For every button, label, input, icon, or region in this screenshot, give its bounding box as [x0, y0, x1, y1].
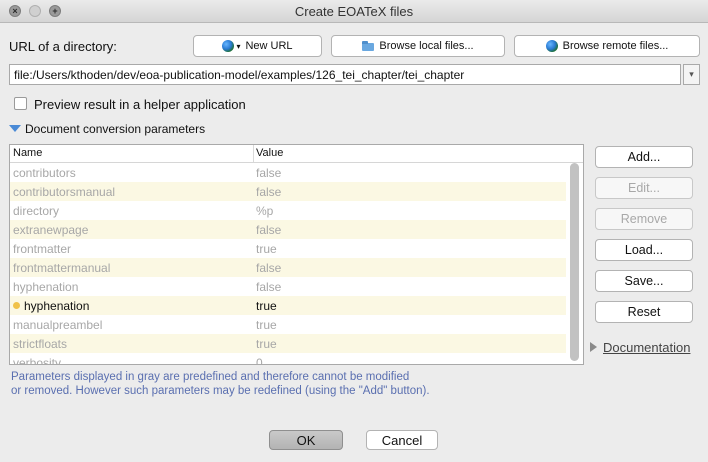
- user-defined-dot-icon: [13, 302, 20, 309]
- disclosure-triangle-icon[interactable]: [590, 342, 597, 352]
- browse-local-button[interactable]: Browse local files...: [331, 35, 505, 57]
- save-button[interactable]: Save...: [595, 270, 693, 292]
- table-scrollbar[interactable]: [570, 163, 579, 361]
- table-row[interactable]: directory %p: [10, 201, 566, 220]
- url-dropdown-button[interactable]: ▾: [683, 64, 700, 85]
- param-value: false: [256, 261, 282, 275]
- param-value: false: [256, 223, 282, 237]
- column-header-name[interactable]: Name: [13, 147, 42, 159]
- param-name: verbosity: [13, 356, 62, 365]
- preview-checkbox-label[interactable]: Preview result in a helper application: [34, 97, 246, 112]
- param-value: true: [256, 299, 277, 313]
- param-name: contributors: [13, 166, 76, 180]
- new-url-label: New URL: [245, 40, 293, 52]
- table-row[interactable]: verbosity 0: [10, 353, 566, 365]
- params-note-line-1: Parameters displayed in gray are predefi…: [11, 371, 410, 383]
- column-separator: [253, 145, 254, 162]
- param-name: hyphenation: [24, 299, 90, 313]
- table-row[interactable]: contributorsmanual false: [10, 182, 566, 201]
- params-table: Name Value contributors false contributo…: [9, 144, 584, 365]
- new-url-button[interactable]: ▾ New URL: [193, 35, 322, 57]
- browse-remote-button[interactable]: Browse remote files...: [514, 35, 700, 57]
- table-row[interactable]: contributors false: [10, 163, 566, 182]
- browse-local-label: Browse local files...: [379, 40, 474, 52]
- param-value: false: [256, 280, 282, 294]
- url-label: URL of a directory:: [9, 39, 117, 54]
- disclosure-triangle-icon[interactable]: [9, 125, 21, 132]
- globe-icon: [545, 40, 558, 52]
- table-row[interactable]: hyphenation true: [10, 296, 566, 315]
- param-value: false: [256, 185, 282, 199]
- param-name: directory: [13, 204, 60, 218]
- documentation-link[interactable]: Documentation: [603, 340, 690, 355]
- remove-button[interactable]: Remove: [595, 208, 693, 230]
- param-name: hyphenation: [13, 280, 79, 294]
- preview-checkbox[interactable]: [14, 97, 27, 110]
- param-value: %p: [256, 204, 274, 218]
- param-name: strictfloats: [13, 337, 68, 351]
- chevron-down-icon: ▾: [236, 41, 241, 51]
- chevron-down-icon: ▾: [689, 69, 694, 79]
- cancel-button[interactable]: Cancel: [366, 430, 438, 450]
- load-button[interactable]: Load...: [595, 239, 693, 261]
- column-header-value[interactable]: Value: [256, 147, 283, 159]
- params-note-line-2: or removed. However such parameters may …: [11, 385, 430, 397]
- table-row[interactable]: frontmattermanual false: [10, 258, 566, 277]
- param-value: true: [256, 318, 277, 332]
- ok-button[interactable]: OK: [269, 430, 343, 450]
- param-name: contributorsmanual: [13, 185, 116, 199]
- dialog-window: × + Create EOATeX files URL of a directo…: [0, 0, 708, 462]
- table-row[interactable]: frontmatter true: [10, 239, 566, 258]
- folder-icon: [362, 41, 375, 51]
- param-value: true: [256, 242, 277, 256]
- title-bar: × + Create EOATeX files: [0, 0, 708, 23]
- reset-button[interactable]: Reset: [595, 301, 693, 323]
- param-value: 0: [256, 356, 263, 365]
- param-name: frontmatter: [13, 242, 72, 256]
- window-title: Create EOATeX files: [294, 4, 414, 19]
- param-name: extranewpage: [13, 223, 89, 237]
- params-section-label[interactable]: Document conversion parameters: [25, 122, 205, 136]
- param-name: frontmattermanual: [13, 261, 111, 275]
- table-row[interactable]: manualpreambel true: [10, 315, 566, 334]
- table-row[interactable]: extranewpage false: [10, 220, 566, 239]
- globe-icon: [222, 40, 235, 52]
- browse-remote-label: Browse remote files...: [562, 40, 669, 52]
- param-value: true: [256, 337, 277, 351]
- param-value: false: [256, 166, 282, 180]
- table-row[interactable]: strictfloats true: [10, 334, 566, 353]
- param-name: manualpreambel: [13, 318, 103, 332]
- table-header: Name Value: [10, 145, 583, 163]
- table-row[interactable]: hyphenation false: [10, 277, 566, 296]
- edit-button[interactable]: Edit...: [595, 177, 693, 199]
- url-input[interactable]: file:/Users/kthoden/dev/eoa-publication-…: [9, 64, 681, 85]
- add-button[interactable]: Add...: [595, 146, 693, 168]
